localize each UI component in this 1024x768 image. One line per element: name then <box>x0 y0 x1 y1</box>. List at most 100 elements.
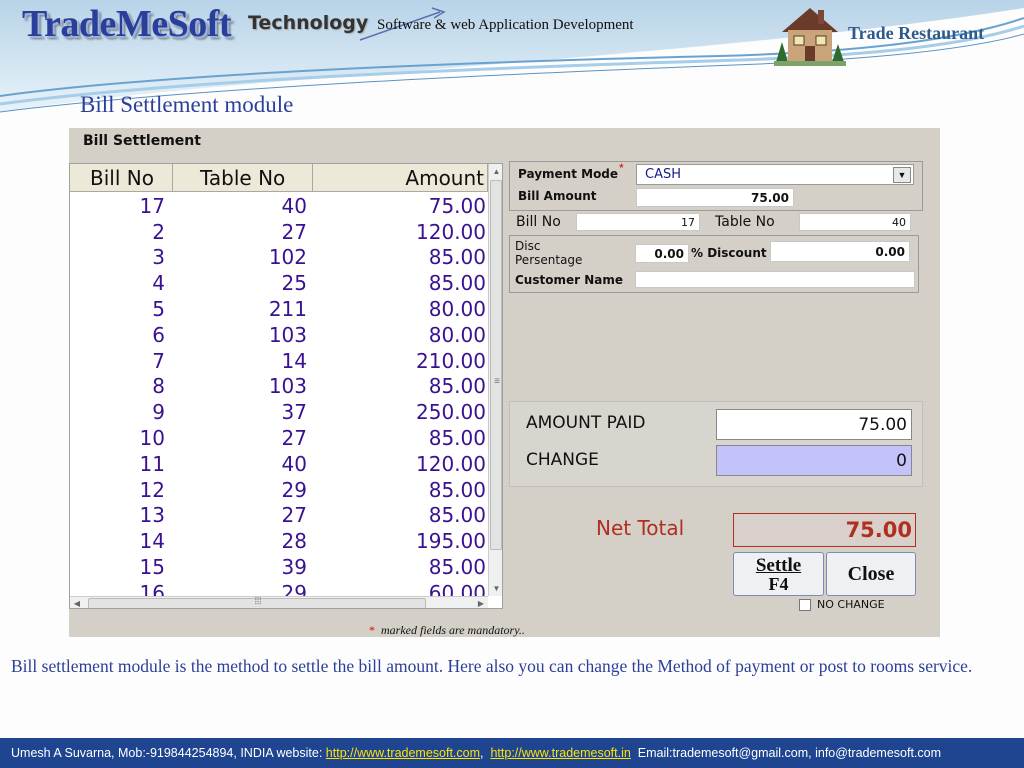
scroll-up-icon[interactable]: ▲ <box>489 164 502 179</box>
scroll-thumb[interactable]: ≡ <box>490 180 502 550</box>
disc-label-line1: Disc <box>515 239 541 253</box>
cell-bill-no: 6 <box>152 322 165 347</box>
footer-separator: , <box>480 746 484 760</box>
house-icon <box>774 8 846 66</box>
table-row[interactable]: 12 29 85.00 <box>70 477 488 503</box>
payment-mode-value: CASH <box>645 167 681 182</box>
cell-bill-no: 16 <box>139 580 165 596</box>
table-row[interactable]: 3 102 85.00 <box>70 245 488 271</box>
cell-amount: 195.00 <box>416 529 486 554</box>
footer-link-in[interactable]: http://www.trademesoft.in <box>490 746 630 760</box>
cell-table-no: 14 <box>281 348 307 373</box>
vertical-scrollbar[interactable]: ▲ ≡ ▼ <box>488 164 502 596</box>
tagline: Software & web Application Development <box>377 17 634 33</box>
cell-table-no: 211 <box>268 297 307 322</box>
cell-amount: 80.00 <box>428 297 486 322</box>
cell-table-no: 40 <box>281 193 307 218</box>
table-row[interactable]: 10 27 85.00 <box>70 425 488 451</box>
required-star-note: * <box>369 623 375 637</box>
cell-bill-no: 3 <box>152 245 165 270</box>
cell-amount: 75.00 <box>428 193 486 218</box>
change-field[interactable]: 0 <box>716 445 912 476</box>
table-row[interactable]: 5 211 80.00 <box>70 296 488 322</box>
column-header-table-no[interactable]: Table No <box>173 164 313 192</box>
logo-subtitle: Technology <box>248 12 369 34</box>
bill-amount-field[interactable]: 75.00 <box>636 188 794 207</box>
table-row[interactable]: 4 25 85.00 <box>70 270 488 296</box>
table-row[interactable]: 6 103 80.00 <box>70 322 488 348</box>
scroll-thumb-horizontal[interactable]: ⦙⦙⦙ <box>88 596 426 608</box>
net-total-field: 75.00 <box>733 513 916 547</box>
settle-label: Settle <box>755 554 802 576</box>
settle-button[interactable]: Settle F4 <box>733 552 824 596</box>
amount-paid-panel: AMOUNT PAID 75.00 CHANGE 0 <box>509 401 923 487</box>
cell-bill-no: 14 <box>139 529 165 554</box>
bill-amount-label: Bill Amount <box>518 189 597 203</box>
discount-panel: Disc Persentage 0.00 % Discount 0.00 Cus… <box>509 235 919 293</box>
table-row[interactable]: 2 27 120.00 <box>70 219 488 245</box>
cell-amount: 85.00 <box>428 374 486 399</box>
table-row[interactable]: 17 40 75.00 <box>70 193 488 219</box>
pct-discount-label: % Discount <box>691 246 767 260</box>
description-text: Bill settlement module is the method to … <box>11 656 973 676</box>
change-label: CHANGE <box>526 450 599 470</box>
bill-no-label: Bill No <box>516 214 561 230</box>
cell-bill-no: 11 <box>139 451 165 476</box>
table-row[interactable]: 16 29 60.00 <box>70 580 488 596</box>
mandatory-note: * marked fields are mandatory.. <box>369 623 525 638</box>
footer-bar: Umesh A Suvarna, Mob:-919844254894, INDI… <box>0 738 1024 768</box>
cell-bill-no: 5 <box>152 297 165 322</box>
cell-table-no: 27 <box>281 219 307 244</box>
window-title: Bill Settlement <box>83 133 201 149</box>
discount-amount-field[interactable]: 0.00 <box>770 241 910 262</box>
footer-link-com[interactable]: http://www.trademesoft.com <box>326 746 480 760</box>
bill-no-field[interactable]: 17 <box>576 213 700 231</box>
cell-amount: 85.00 <box>428 477 486 502</box>
close-label: Close <box>847 563 895 585</box>
scroll-left-icon[interactable]: ◀ <box>70 597 84 608</box>
table-no-label: Table No <box>715 214 775 230</box>
cell-table-no: 27 <box>281 503 307 528</box>
grid-body: 17 40 75.00 2 27 120.00 3 102 85.00 4 25 85.00 5 211 8… <box>70 193 488 596</box>
table-no-field[interactable]: 40 <box>799 213 911 231</box>
payment-mode-select[interactable]: CASH ▼ <box>636 164 914 185</box>
table-row[interactable]: 15 39 85.00 <box>70 554 488 580</box>
cell-amount: 85.00 <box>428 503 486 528</box>
grip-icon-horizontal: ⦙⦙⦙ <box>254 596 262 607</box>
chevron-down-icon[interactable]: ▼ <box>893 167 911 183</box>
bills-grid[interactable]: Bill No Table No Amount 17 40 75.00 2 27 120.… <box>69 163 503 609</box>
slide-title: Bill Settlement module <box>80 92 294 117</box>
horizontal-scrollbar[interactable]: ◀ ⦙⦙⦙ ▶ <box>70 596 488 608</box>
customer-name-field[interactable] <box>635 271 915 288</box>
grid-header: Bill No Table No Amount <box>70 164 488 192</box>
brand-name: Trade Restaurant <box>848 23 985 43</box>
scroll-down-icon[interactable]: ▼ <box>489 581 502 596</box>
table-row[interactable]: 7 14 210.00 <box>70 348 488 374</box>
cell-amount: 120.00 <box>416 451 486 476</box>
table-row[interactable]: 14 28 195.00 <box>70 528 488 554</box>
column-header-bill-no[interactable]: Bill No <box>70 164 173 192</box>
no-change-checkbox[interactable] <box>799 599 811 611</box>
amount-paid-label: AMOUNT PAID <box>526 413 646 433</box>
cell-amount: 85.00 <box>428 271 486 296</box>
mandatory-text: marked fields are mandatory.. <box>381 623 525 637</box>
scroll-right-icon[interactable]: ▶ <box>474 597 488 608</box>
cell-table-no: 37 <box>281 400 307 425</box>
cell-table-no: 27 <box>281 426 307 451</box>
cell-bill-no: 10 <box>139 426 165 451</box>
table-row[interactable]: 13 27 85.00 <box>70 503 488 529</box>
payment-mode-label: Payment Mode <box>518 167 619 181</box>
disc-percentage-field[interactable]: 0.00 <box>635 244 689 263</box>
amount-paid-field[interactable]: 75.00 <box>716 409 912 440</box>
column-header-amount[interactable]: Amount <box>313 164 488 192</box>
cell-bill-no: 15 <box>139 555 165 580</box>
close-button[interactable]: Close <box>826 552 916 596</box>
table-row[interactable]: 8 103 85.00 <box>70 374 488 400</box>
settle-shortcut: F4 <box>768 573 789 594</box>
cell-bill-no: 12 <box>139 477 165 502</box>
cell-amount: 60.00 <box>428 580 486 596</box>
table-row[interactable]: 9 37 250.00 <box>70 399 488 425</box>
cell-bill-no: 13 <box>139 503 165 528</box>
cell-bill-no: 4 <box>152 271 165 296</box>
table-row[interactable]: 11 40 120.00 <box>70 451 488 477</box>
